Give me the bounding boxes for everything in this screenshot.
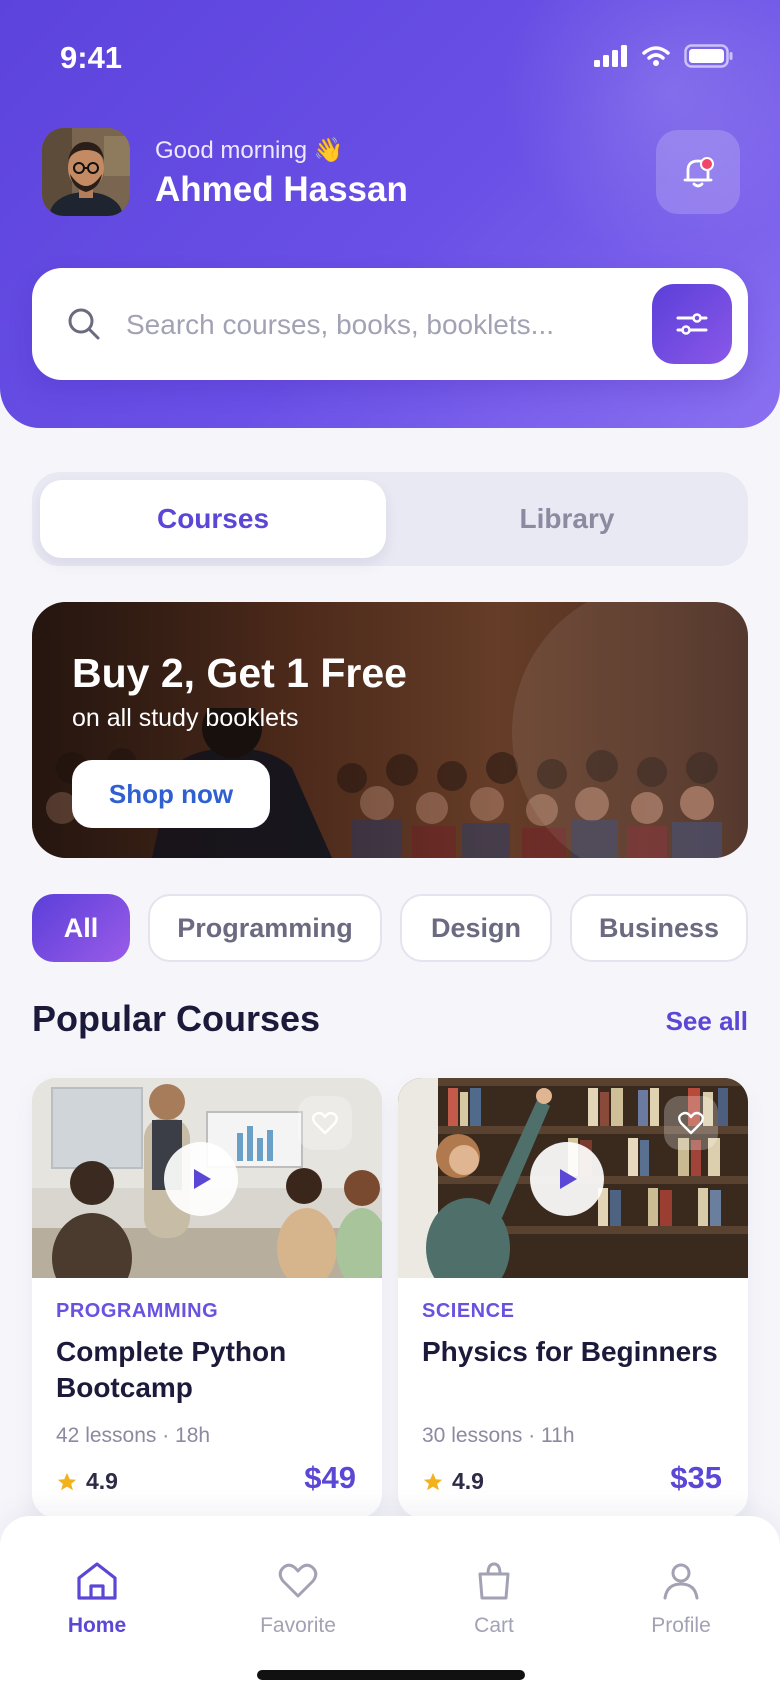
user-icon [663,1563,699,1600]
search-icon [68,308,100,340]
play-icon [194,1169,211,1189]
play-icon [560,1169,577,1189]
star-icon [423,1472,443,1490]
course-category: PROGRAMMING [56,1300,219,1322]
course-title: Complete Python Bootcamp [56,1336,287,1403]
course-lessons: 42 lessons · 18h [56,1424,211,1447]
course-thumbnail [32,1078,382,1278]
course-category: SCIENCE [422,1300,515,1322]
play-button[interactable] [164,1142,238,1216]
user-name: Ahmed Hassan [155,170,408,209]
heart-icon [312,1111,338,1135]
avatar-photo [42,128,130,216]
tab-library[interactable]: Library [394,480,740,558]
bell-icon [683,157,714,188]
bag-icon [478,1562,510,1600]
see-all-link[interactable]: See all [666,1006,748,1037]
battery-icon [684,44,733,68]
course-card[interactable]: SCIENCE Physics for Beginners 30 lessons… [398,1078,748,1518]
heart-icon [678,1111,704,1135]
tab-cart-label: Cart [474,1614,514,1637]
status-icons [594,44,734,68]
rating-value: 4.9 [86,1468,118,1494]
chip-design[interactable]: Design [400,894,552,962]
home-indicator [257,1670,525,1680]
search-bar [32,268,748,380]
notifications-button[interactable] [656,130,740,214]
filter-button[interactable] [652,284,732,364]
avatar[interactable] [42,128,130,216]
section-title: Popular Courses [32,998,321,1039]
search-input[interactable] [124,296,608,354]
header: 9:41 Good morning 👋 Ahmed Hassan Search … [0,0,780,428]
tab-home-label: Home [67,1614,127,1637]
bottom-tab-bar: Home Favorite Cart Profile [0,1516,780,1688]
favorite-button[interactable] [298,1096,352,1150]
banner-decoration [512,602,748,858]
sliders-icon [676,313,708,335]
tab-home[interactable]: Home [27,1560,167,1638]
chip-programming[interactable]: Programming [148,894,382,962]
tab-cart[interactable]: Cart [424,1560,564,1638]
course-card[interactable]: PROGRAMMING Complete Python Bootcamp 42 … [32,1078,382,1518]
tab-profile[interactable]: Profile [611,1560,751,1638]
course-price: $49 [304,1460,356,1495]
course-title: Physics for Beginners [422,1336,718,1367]
header-glow [500,0,780,260]
banner-subtitle: on all study booklets [72,704,299,732]
signal-icon [594,45,627,67]
chip-business[interactable]: Business [570,894,748,962]
wifi-icon [642,46,670,66]
promo-banner[interactable]: Buy 2, Get 1 Free on all study booklets … [32,602,748,858]
rating-value: 4.9 [452,1468,484,1494]
tab-favorite[interactable]: Favorite [228,1560,368,1638]
chip-all[interactable]: All [32,894,130,962]
favorite-button[interactable] [664,1096,718,1150]
course-thumbnail [398,1078,748,1278]
star-icon [57,1472,77,1490]
course-lessons: 30 lessons · 11h [422,1424,575,1447]
banner-title: Buy 2, Get 1 Free [72,650,407,696]
category-chips: All Programming Design Business [32,894,780,962]
home-icon [77,1562,117,1600]
tab-profile-label: Profile [651,1614,711,1637]
greeting-text: Good morning 👋 [155,137,344,164]
play-button[interactable] [530,1142,604,1216]
course-price: $35 [670,1460,722,1495]
heart-icon [278,1563,318,1598]
course-rating: 4.9 [56,1468,118,1495]
tab-favorite-label: Favorite [260,1614,336,1637]
tab-courses[interactable]: Courses [40,480,386,558]
status-time: 9:41 [60,40,123,75]
shop-now-button[interactable]: Shop now [72,760,270,828]
course-rating: 4.9 [422,1468,484,1495]
segmented-control: Courses Library [32,472,748,566]
